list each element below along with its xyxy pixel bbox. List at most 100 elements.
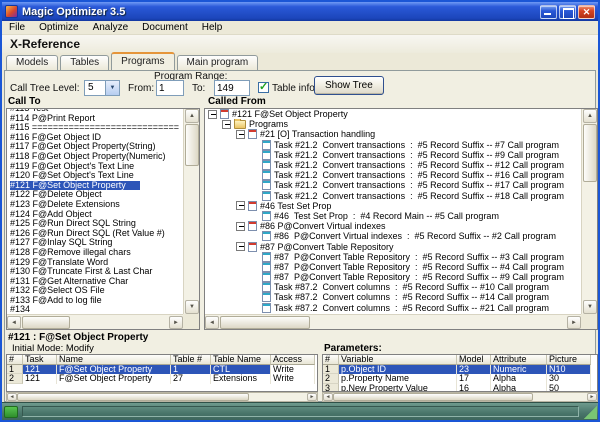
menu-item-help[interactable]: Help — [195, 21, 230, 35]
call-to-item[interactable]: #115 ============================ — [7, 123, 183, 133]
menu-item-file[interactable]: File — [2, 21, 32, 35]
call-to-item[interactable]: #117 F@Get Object Property(String) — [7, 142, 183, 152]
call-to-item[interactable]: #114 P@Print Report — [7, 114, 183, 124]
column-header[interactable]: Task — [23, 355, 57, 365]
call-to-item[interactable]: #126 F@Run Direct SQL (Ret Value #) — [7, 229, 183, 239]
tree-node[interactable]: #86 P@Convert Virtual indexes — [205, 221, 581, 232]
tree-node[interactable]: Task #21.2 Convert transactions : #5 Rec… — [205, 139, 581, 150]
tab-tables[interactable]: Tables — [60, 55, 110, 70]
tree-node[interactable]: #87 P@Convert Table Repository : #5 Reco… — [205, 261, 581, 272]
scroll-thumb[interactable] — [185, 124, 199, 166]
close-button[interactable] — [578, 4, 595, 19]
call-tree-level-select[interactable]: 5 — [84, 80, 120, 96]
scroll-right-button[interactable] — [587, 393, 597, 401]
scroll-right-button[interactable] — [169, 316, 183, 329]
scroll-thumb[interactable] — [583, 124, 597, 182]
tree-node[interactable]: #86 P@Convert Virtual indexes : #5 Recor… — [205, 231, 581, 242]
scroll-thumb[interactable] — [333, 393, 533, 401]
call-to-item[interactable]: #132 F@Select OS File — [7, 286, 183, 296]
collapse-toggle[interactable] — [236, 129, 245, 139]
tree-node[interactable]: Task #21.2 Convert transactions : #5 Rec… — [205, 190, 581, 201]
tab-programs[interactable]: Programs — [111, 52, 175, 70]
column-header[interactable]: Variable — [339, 355, 457, 365]
scroll-up-button[interactable] — [583, 109, 597, 123]
scroll-down-button[interactable] — [583, 300, 597, 314]
tree-node[interactable]: #87 P@Convert Table Repository — [205, 241, 581, 252]
call-to-item[interactable]: #125 F@Run Direct SQL String — [7, 219, 183, 229]
tree-node[interactable]: Task #21.2 Convert transactions : #5 Rec… — [205, 160, 581, 171]
tab-main-program[interactable]: Main program — [176, 55, 259, 70]
call-to-vscrollbar[interactable] — [183, 109, 199, 314]
scroll-up-button[interactable] — [185, 109, 199, 123]
tree-node[interactable]: #21 [O] Transaction handling — [205, 129, 581, 140]
call-to-item[interactable]: #123 F@Delete Extensions — [7, 200, 183, 210]
tree-node[interactable]: #46 Test Set Prop — [205, 200, 581, 211]
column-header[interactable]: Table Name — [211, 355, 271, 365]
title-bar[interactable]: Magic Optimizer 3.5 — [2, 2, 598, 21]
column-header[interactable]: Name — [57, 355, 171, 365]
tree-node[interactable]: #87 P@Convert Table Repository : #5 Reco… — [205, 251, 581, 262]
scroll-down-button[interactable] — [185, 300, 199, 314]
menu-item-optimize[interactable]: Optimize — [32, 21, 85, 35]
scroll-thumb[interactable] — [17, 393, 249, 401]
call-to-item[interactable]: #118 F@Get Object Property(Numeric) — [7, 152, 183, 162]
scroll-right-button[interactable] — [307, 393, 317, 401]
call-to-item[interactable]: #121 F@Set Object Property — [7, 180, 183, 191]
column-header[interactable]: # — [323, 355, 339, 365]
call-to-item[interactable]: #122 F@Delete Object — [7, 190, 183, 200]
column-header[interactable]: Picture — [547, 355, 591, 365]
table-row[interactable]: 3 p.New Property Value 16 Alpha 50 — [323, 383, 597, 391]
tree-node[interactable]: Task #87.2 Convert columns : #5 Record S… — [205, 302, 581, 313]
scroll-left-button[interactable] — [7, 393, 17, 401]
maximize-button[interactable] — [559, 4, 576, 19]
tree-node[interactable]: Task #21.2 Convert transactions : #5 Rec… — [205, 170, 581, 181]
menu-item-analyze[interactable]: Analyze — [86, 21, 136, 35]
call-to-item[interactable]: #131 F@Get Alternative Char — [7, 277, 183, 287]
scroll-thumb[interactable] — [220, 316, 310, 329]
tree-node[interactable]: Task #21.2 Convert transactions : #5 Rec… — [205, 149, 581, 160]
chevron-down-icon[interactable] — [105, 81, 119, 95]
parameters-table-hscrollbar[interactable] — [322, 392, 598, 402]
minimize-button[interactable] — [540, 4, 557, 19]
call-to-item[interactable]: #128 F@Remove illegal chars — [7, 248, 183, 258]
call-to-item[interactable]: #133 F@Add to log file — [7, 296, 183, 306]
call-to-item[interactable]: #116 F@Get Object ID — [7, 133, 183, 143]
column-header[interactable]: Table # — [171, 355, 211, 365]
table-info-checkbox[interactable] — [258, 80, 269, 93]
tables-table-hscrollbar[interactable] — [6, 392, 318, 402]
call-to-item[interactable]: #127 F@Inlay SQL String — [7, 238, 183, 248]
column-header[interactable]: Attribute — [491, 355, 547, 365]
called-from-hscrollbar[interactable] — [205, 314, 581, 329]
tab-models[interactable]: Models — [6, 55, 59, 70]
show-tree-button[interactable]: Show Tree — [314, 76, 384, 95]
table-row[interactable]: 2 121 F@Set Object Property 27 Extensions Wri… — [7, 374, 317, 384]
scroll-left-button[interactable] — [7, 316, 21, 329]
tree-node[interactable]: #121 F@Set Object Property — [205, 109, 581, 120]
menu-item-document[interactable]: Document — [135, 21, 195, 35]
scroll-left-button[interactable] — [323, 393, 333, 401]
collapse-toggle[interactable] — [222, 119, 231, 129]
column-header[interactable]: # — [7, 355, 23, 365]
column-header[interactable]: Model — [457, 355, 491, 365]
tree-node[interactable]: Task #87.2 Convert columns : #5 Record S… — [205, 292, 581, 303]
tree-node[interactable]: Task #21.2 Convert transactions : #5 Rec… — [205, 180, 581, 191]
tree-node[interactable]: Task #87.2 Convert columns : #5 Record S… — [205, 282, 581, 293]
collapse-toggle[interactable] — [208, 109, 217, 119]
call-to-item[interactable]: #130 F@Truncate First & Last Char — [7, 267, 183, 277]
to-input[interactable] — [214, 80, 250, 96]
collapse-toggle[interactable] — [236, 242, 245, 252]
table-row[interactable]: 1 121 F@Set Object Property 1 CTL Write — [7, 365, 317, 375]
resize-grip[interactable] — [583, 404, 597, 419]
column-header[interactable]: Access — [271, 355, 315, 365]
call-to-hscrollbar[interactable] — [7, 314, 183, 329]
table-row[interactable]: 1 p.Object ID 23 Numeric N10 — [323, 365, 597, 375]
tree-node[interactable]: Programs — [205, 119, 581, 129]
from-input[interactable] — [156, 80, 184, 96]
called-from-vscrollbar[interactable] — [581, 109, 597, 314]
call-to-item[interactable]: #129 F@Translate Word — [7, 258, 183, 268]
collapse-toggle[interactable] — [236, 221, 245, 231]
scroll-right-button[interactable] — [567, 316, 581, 329]
tree-node[interactable]: #87 P@Convert Table Repository : #5 Reco… — [205, 272, 581, 283]
call-to-item[interactable]: #120 F@Set Object's Text Line — [7, 171, 183, 181]
tree-node[interactable]: #46 Test Set Prop : #4 Record Main -- #5… — [205, 210, 581, 221]
